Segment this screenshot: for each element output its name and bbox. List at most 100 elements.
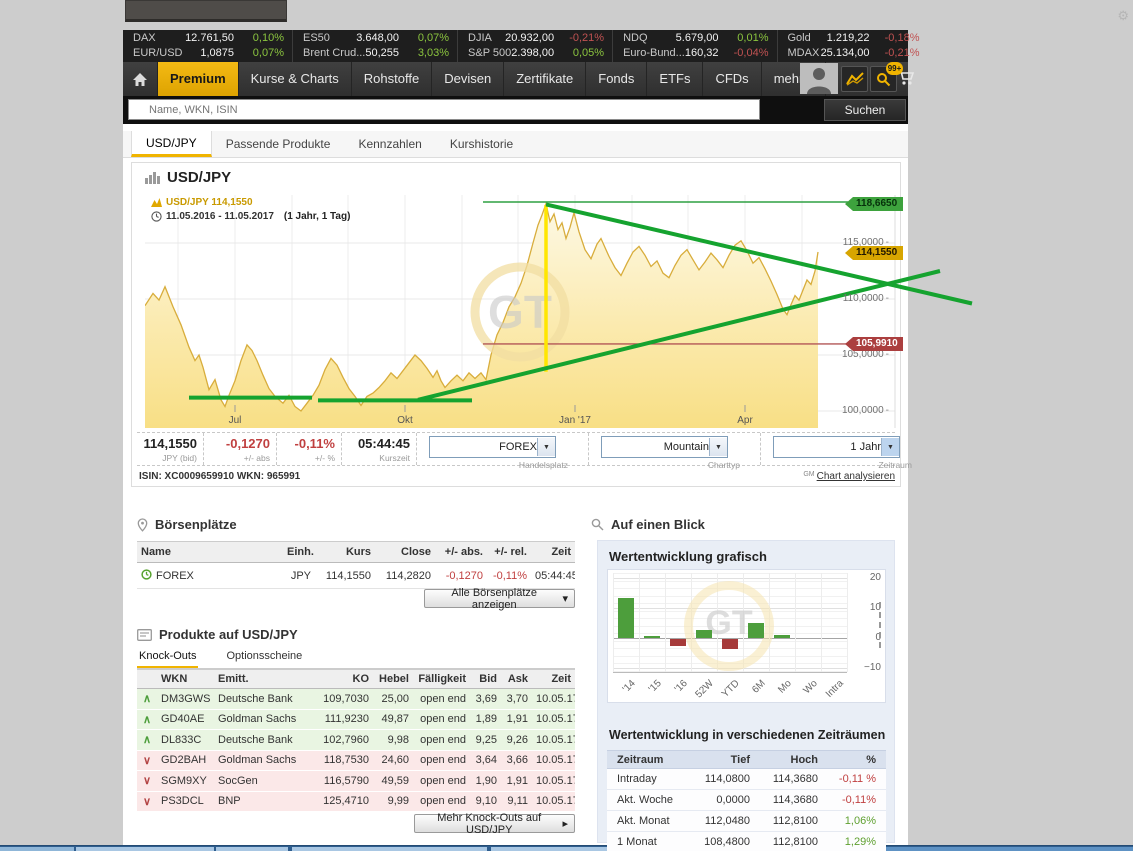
gridline — [821, 573, 822, 672]
more-knockouts-button[interactable]: Mehr Knock-Outs auf USD/JPY▸ — [414, 814, 575, 833]
quote-name: EUR/USD — [133, 46, 183, 61]
table-cell[interactable]: PS3DCL — [157, 795, 214, 807]
mountain-series-icon — [151, 198, 162, 207]
nav-item-kurse-charts[interactable]: Kurse & Charts — [239, 62, 352, 96]
compare-charts-button[interactable] — [841, 66, 868, 92]
table-cell[interactable]: SGM9XY — [157, 775, 214, 787]
magnifier-icon — [591, 518, 604, 531]
arrow-down-icon: ∨ — [137, 774, 157, 787]
chevron-down-icon: ▾ — [562, 592, 568, 605]
table-cell: Deutsche Bank — [214, 734, 311, 746]
table-cell: -0,11% — [822, 794, 880, 806]
gear-icon[interactable]: ⚙ — [1117, 8, 1129, 24]
nav-item-fonds[interactable]: Fonds — [586, 62, 647, 96]
tab-passende-produkte[interactable]: Passende Produkte — [212, 131, 345, 157]
tab-kurshistorie[interactable]: Kurshistorie — [436, 131, 527, 157]
table-cell: 25,00 — [373, 693, 413, 705]
last-price-tag: 114,1550 — [845, 246, 903, 260]
table-row[interactable]: FOREXJPY114,1550114,2820-0,1270-0,11%05:… — [137, 563, 575, 589]
quote-cell-value: 114,1550 — [139, 436, 197, 451]
product-row[interactable]: ∧DM3GWSDeutsche Bank109,703025,00open en… — [137, 689, 575, 710]
nav-item-etfs[interactable]: ETFs — [647, 62, 703, 96]
column-header: WKN — [157, 673, 214, 685]
ticker-column[interactable]: Gold1.219,22-0,18%MDAX25.134,00-0,21% — [777, 30, 940, 62]
table-cell: 114,0800 — [691, 773, 754, 785]
table-cell: 1 Monat — [613, 836, 691, 848]
dropdown-zeitraum[interactable]: 1 Jahr▼ — [773, 436, 900, 458]
ticker-quote[interactable]: Euro-Bund...160,32-0,04% — [623, 46, 768, 61]
ticker-quote[interactable]: ES503.648,000,07% — [303, 31, 449, 46]
table-cell: 3,70 — [501, 693, 532, 705]
product-row[interactable]: ∨PS3DCLBNP125,47109,99open end9,109,1110… — [137, 792, 575, 813]
nav-item-devisen[interactable]: Devisen — [432, 62, 504, 96]
quote-change-pct: 0,05% — [554, 46, 604, 61]
produkte-tab-optionsscheine[interactable]: Optionsscheine — [224, 650, 304, 668]
boersenplaetze-table: NameEinh.KursClose+/- abs.+/- rel.ZeitFO… — [137, 541, 575, 589]
dropdown-charttyp[interactable]: Mountain▼ — [601, 436, 728, 458]
ticker-quote[interactable]: Brent Crud...50,2553,03% — [303, 46, 449, 61]
y-axis-label: −10 — [851, 662, 881, 673]
ticker-quote[interactable]: DAX12.761,500,10% — [133, 31, 284, 46]
product-row[interactable]: ∧DL833CDeutsche Bank102,79609,98open end… — [137, 730, 575, 751]
legend-series: USD/JPY 114,1550 — [151, 197, 350, 208]
gridline — [613, 573, 847, 574]
chevron-down-icon: ▼ — [881, 438, 899, 456]
avatar-icon — [800, 63, 838, 94]
all-exchanges-button[interactable]: Alle Börsenplätze anzeigen▾ — [424, 589, 575, 608]
produkte-tab-knock-outs[interactable]: Knock-Outs — [137, 650, 198, 668]
taskbar-window-button[interactable] — [76, 847, 214, 851]
column-header: % — [822, 754, 880, 766]
user-avatar[interactable] — [800, 63, 838, 94]
nav-item-rohstoffe[interactable]: Rohstoffe — [352, 62, 432, 96]
table-cell: open end — [413, 795, 470, 807]
ticker-quote[interactable]: Gold1.219,22-0,18% — [788, 31, 920, 46]
column-header: Emitt. — [214, 673, 311, 685]
table-cell[interactable]: DM3GWS — [157, 693, 214, 705]
x-axis-label: Wo — [802, 678, 820, 696]
ticker-column[interactable]: DJIA20.932,00-0,21%S&P 5002.398,000,05% — [457, 30, 612, 62]
product-row[interactable]: ∨GD2BAHGoldman Sachs118,753024,60open en… — [137, 751, 575, 772]
table-cell: 9,11 — [501, 795, 532, 807]
nav-item-label: mehr — [774, 71, 804, 86]
ticker-column[interactable]: ES503.648,000,07%Brent Crud...50,2553,03… — [292, 30, 457, 62]
table-cell[interactable]: GD2BAH — [157, 754, 214, 766]
search-submit-button[interactable]: Suchen — [824, 99, 906, 121]
table-cell: -0,11 % — [822, 773, 880, 785]
quote-change-pct: 3,03% — [399, 46, 449, 61]
ticker-quote[interactable]: MDAX25.134,00-0,21% — [788, 46, 920, 61]
main-navigation: PremiumKurse & ChartsRohstoffeDevisenZer… — [123, 62, 908, 96]
ticker-quote[interactable]: EUR/USD1,08750,07% — [133, 46, 284, 61]
nav-item-premium[interactable]: Premium — [158, 62, 239, 96]
table-cell: 112,0480 — [691, 815, 754, 827]
taskbar-window-button[interactable] — [292, 847, 487, 851]
tab-kennzahlen[interactable]: Kennzahlen — [344, 131, 435, 157]
quote-cell-label: Kurszeit — [344, 453, 410, 463]
quote-value: 25.134,00 — [821, 46, 870, 61]
taskbar-window-button[interactable] — [0, 847, 74, 851]
tab-usd-jpy[interactable]: USD/JPY — [131, 131, 212, 157]
ticker-quote[interactable]: NDQ5.679,000,01% — [623, 31, 768, 46]
table-cell: 1,06% — [822, 815, 880, 827]
ticker-column[interactable]: DAX12.761,500,10%EUR/USD1,08750,07% — [123, 30, 292, 62]
product-row[interactable]: ∨SGM9XYSocGen116,579049,59open end1,901,… — [137, 771, 575, 792]
nav-item-zertifikate[interactable]: Zertifikate — [504, 62, 586, 96]
ticker-column[interactable]: NDQ5.679,000,01%Euro-Bund...160,32-0,04% — [612, 30, 776, 62]
exchange-name[interactable]: FOREX — [156, 570, 194, 582]
column-header: +/- abs. — [435, 546, 487, 558]
taskbar-window-button[interactable] — [216, 847, 288, 851]
instrument-tabs: USD/JPYPassende ProdukteKennzahlenKurshi… — [123, 131, 908, 158]
ticker-quote[interactable]: S&P 5002.398,000,05% — [468, 46, 604, 61]
dropdown-handelsplatz[interactable]: FOREX▼ — [429, 436, 556, 458]
search-input[interactable] — [128, 99, 760, 120]
table-cell[interactable]: GD40AE — [157, 713, 214, 725]
browser-artifact-box — [125, 0, 287, 22]
table-cell[interactable]: DL833C — [157, 734, 214, 746]
nav-item-cfds[interactable]: CFDs — [703, 62, 761, 96]
home-icon[interactable] — [123, 62, 158, 96]
chart-title-row: USD/JPY — [145, 169, 231, 186]
ticker-quote[interactable]: DJIA20.932,00-0,21% — [468, 31, 604, 46]
product-row[interactable]: ∧GD40AEGoldman Sachs111,923049,87open en… — [137, 710, 575, 731]
page: DAX12.761,500,10%EUR/USD1,08750,07%ES503… — [0, 0, 1133, 851]
table-cell: open end — [413, 713, 470, 725]
chart-analyze-link[interactable]: Chart analysieren — [817, 471, 895, 482]
